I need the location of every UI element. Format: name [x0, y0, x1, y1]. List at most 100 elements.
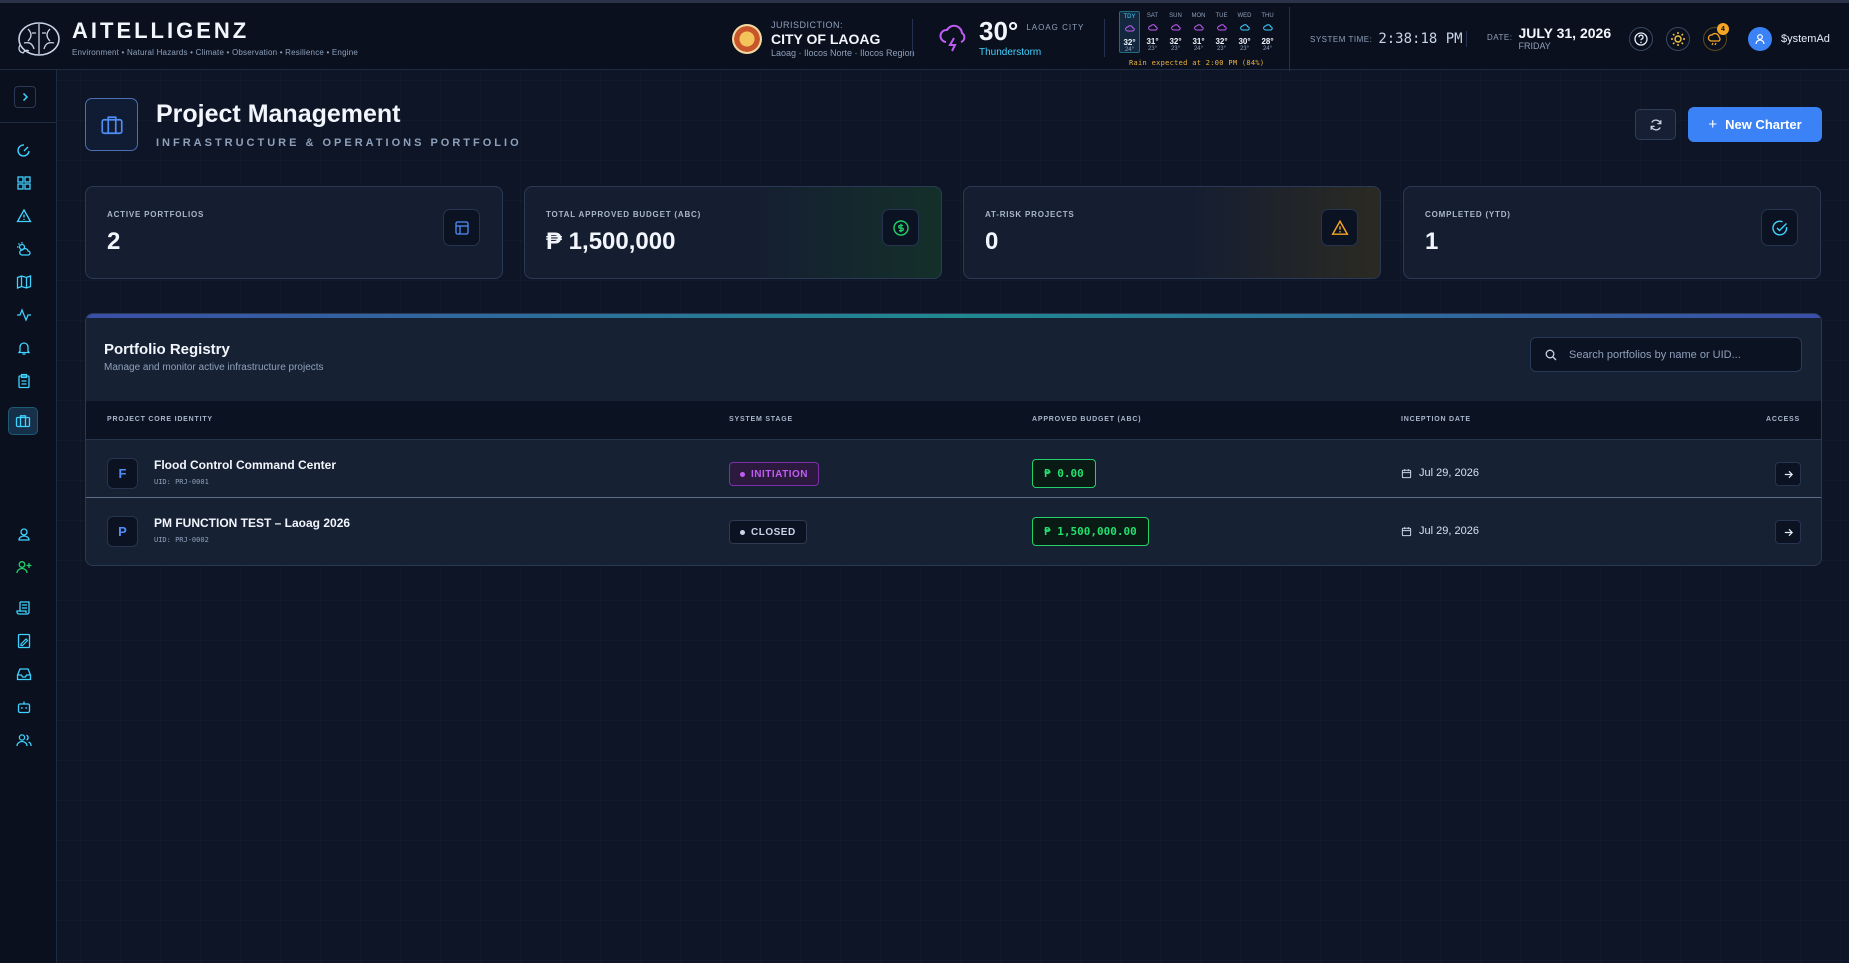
search-box[interactable] [1530, 337, 1802, 372]
arrow-right-icon [1784, 470, 1793, 478]
stat-value: ₱ 1,500,000 [546, 228, 676, 255]
registry-title: Portfolio Registry [104, 341, 230, 358]
sidebar-item-edit-records[interactable] [12, 629, 36, 653]
date-label: DATE: [1487, 33, 1513, 42]
forecast-high: 31° [1146, 37, 1159, 46]
stat-label: AT-RISK PROJECTS [985, 210, 1075, 219]
forecast-low: 23° [1147, 46, 1158, 52]
registry-subtitle: Manage and monitor active infrastructure… [104, 362, 324, 373]
table-row[interactable]: P PM FUNCTION TEST – Laoag 2026 UID: PRJ… [86, 497, 1821, 565]
thunderstorm-icon [939, 24, 966, 52]
forecast-high: 31° [1192, 37, 1205, 46]
project-name: Flood Control Command Center [154, 458, 336, 472]
warning-icon [16, 208, 32, 223]
table-header: PROJECT CORE IDENTITY SYSTEM STAGE APPRO… [86, 401, 1821, 440]
storm-cloud-icon [1216, 24, 1227, 31]
storm-cloud-icon [1262, 24, 1273, 31]
sidebar-item-dashboard[interactable] [12, 171, 36, 195]
theme-toggle-button[interactable] [1666, 27, 1690, 51]
forecast-high: 32° [1123, 38, 1136, 47]
sidebar-item-weather[interactable] [12, 237, 36, 261]
jurisdiction-label: JURISDICTION: [771, 20, 844, 30]
header-divider [1104, 19, 1105, 57]
stat-card-at-risk: AT-RISK PROJECTS 0 [963, 186, 1381, 279]
sidebar-item-reports[interactable] [12, 369, 36, 393]
avatar [1748, 27, 1772, 51]
sun-cloud-icon [17, 242, 31, 256]
stat-icon-box [1761, 209, 1798, 246]
robot-icon [17, 701, 31, 714]
forecast-high: 30° [1238, 37, 1251, 46]
jurisdiction-name: CITY OF LAOAG [771, 31, 881, 47]
stat-label: ACTIVE PORTFOLIOS [107, 210, 205, 219]
page-briefcase-icon [85, 98, 138, 151]
map-icon [16, 275, 32, 289]
sidebar-item-add-user[interactable] [12, 555, 36, 579]
forecast-low: 24° [1124, 47, 1135, 53]
column-header-stage: SYSTEM STAGE [729, 416, 793, 423]
sidebar-item-map[interactable] [12, 270, 36, 294]
new-charter-button[interactable]: + New Charter [1688, 107, 1822, 142]
storm-cloud-icon [1239, 24, 1250, 31]
project-uid: UID: PRJ-0001 [154, 478, 209, 486]
project-initial: P [107, 516, 138, 547]
forecast-day: THU 28° 24° [1257, 11, 1278, 53]
date-value: JULY 31, 2026 [1518, 25, 1612, 41]
date-block: DATE: JULY 31, 2026 FRIDAY [1487, 25, 1611, 51]
sidebar-item-users[interactable] [12, 728, 36, 752]
grid-icon [17, 176, 31, 190]
forecast-low: 24° [1193, 46, 1204, 52]
sidebar-item-hazard-gauge[interactable] [12, 138, 36, 162]
stat-icon-box [1321, 209, 1358, 246]
storm-cloud-icon [1170, 24, 1181, 31]
sidebar-item-hazards[interactable] [12, 204, 36, 228]
user-icon [1755, 34, 1765, 45]
stat-card-active-portfolios: ACTIVE PORTFOLIOS 2 [85, 186, 503, 279]
jurisdiction-block: JURISDICTION: CITY OF LAOAG Laoag · Iloc… [732, 20, 915, 58]
user-menu[interactable]: $ystemAd [1748, 27, 1830, 51]
open-project-button[interactable] [1775, 520, 1801, 544]
sidebar-item-personnel[interactable] [12, 522, 36, 546]
weather-condition: Thunderstorm [979, 47, 1042, 58]
forecast-low: 23° [1170, 46, 1181, 52]
forecast-high: 32° [1169, 37, 1182, 46]
column-header-inception: INCEPTION DATE [1401, 416, 1471, 423]
new-charter-label: New Charter [1725, 117, 1802, 132]
users-icon [16, 734, 32, 747]
status-dot [740, 471, 745, 477]
arrow-right-icon [1784, 528, 1793, 536]
sidebar-item-automation[interactable] [12, 695, 36, 719]
sidebar-toggle-button[interactable] [14, 86, 36, 108]
sidebar-item-alerts[interactable] [12, 336, 36, 360]
sidebar-item-inventory[interactable] [12, 662, 36, 686]
bell-icon [17, 342, 31, 355]
column-header-budget: APPROVED BUDGET (ABC) [1032, 416, 1142, 423]
forecast-day-label: SUN [1169, 13, 1182, 19]
refresh-button[interactable] [1635, 109, 1676, 140]
sidebar-item-documents[interactable] [12, 596, 36, 620]
user-plus-icon [16, 561, 32, 574]
help-button[interactable] [1629, 27, 1653, 51]
search-icon [1545, 349, 1557, 360]
check-circle-icon [1771, 220, 1787, 235]
briefcase-icon [100, 115, 123, 134]
sidebar-item-project-management[interactable] [8, 407, 38, 435]
forecast-day-label: SAT [1146, 13, 1159, 19]
search-input[interactable] [1567, 347, 1791, 362]
inception-date-value: Jul 29, 2026 [1419, 525, 1479, 537]
briefcase-icon [15, 415, 31, 428]
stat-value: 1 [1425, 228, 1439, 255]
system-time: SYSTEM TIME: 2:38:18 PM [1310, 31, 1463, 47]
open-project-button[interactable] [1775, 462, 1801, 486]
plus-icon: + [1708, 116, 1718, 133]
forecast-day-label: MON [1191, 13, 1206, 19]
forecast-low: 23° [1239, 46, 1250, 52]
clipboard-icon [18, 373, 30, 389]
column-header-identity: PROJECT CORE IDENTITY [107, 416, 213, 423]
sidebar-item-monitoring[interactable] [12, 303, 36, 327]
stat-value: 0 [985, 228, 999, 255]
stat-card-completed: COMPLETED (YTD) 1 [1403, 186, 1821, 279]
project-name: PM FUNCTION TEST – Laoag 2026 [154, 516, 351, 530]
forecast-day-label: THU [1261, 13, 1274, 19]
stat-icon-box [882, 209, 919, 246]
